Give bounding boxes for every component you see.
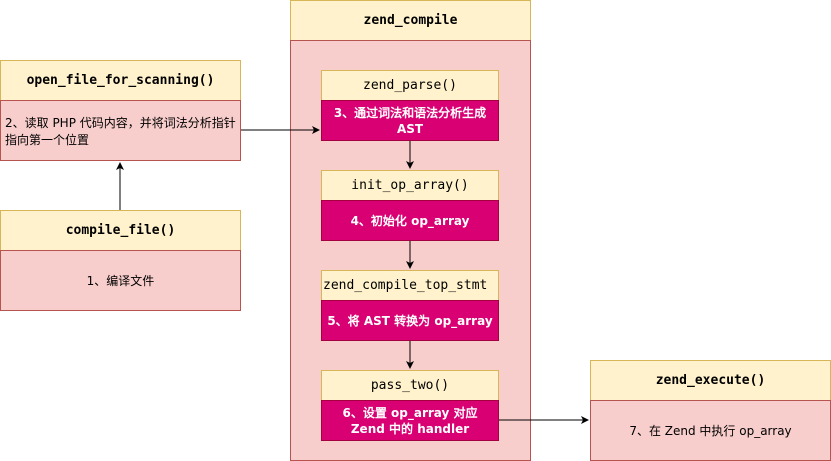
connector-arrows	[116, 126, 589, 424]
